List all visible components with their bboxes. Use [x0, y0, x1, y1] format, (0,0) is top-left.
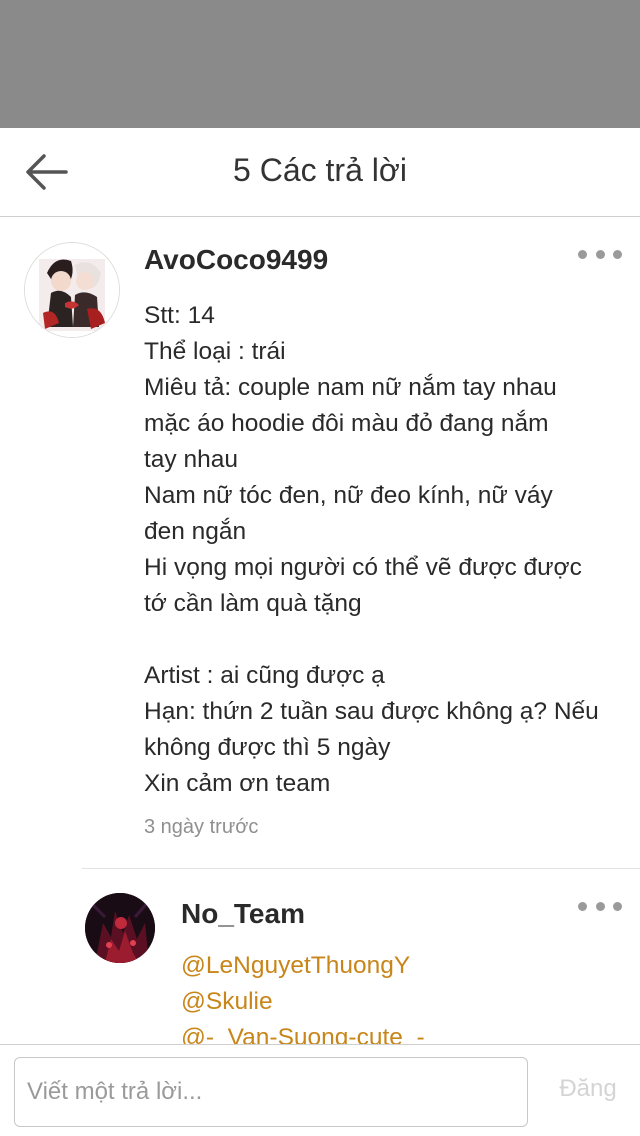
dark-red-art-avatar-icon [85, 893, 155, 963]
comment-line: Hạn: thứn 2 tuần sau được không ạ? Nếu [144, 698, 599, 725]
avatar[interactable] [24, 242, 120, 338]
dot-icon [578, 901, 587, 911]
reply-username[interactable]: No_Team [181, 898, 305, 930]
comment-line: đen ngắn [144, 518, 247, 545]
couple-anime-avatar-icon [25, 243, 119, 337]
comment-line: tay nhau [144, 446, 238, 473]
dot-icon [613, 901, 622, 911]
status-bar-area [0, 0, 640, 128]
reply-mentions: @LeNguyetThuongY @Skulie @-_Van-Suong-cu… [181, 948, 425, 1044]
comment-line [144, 622, 624, 658]
mention-link[interactable]: @LeNguyetThuongY [181, 948, 425, 984]
comment-username[interactable]: AvoCoco9499 [144, 244, 328, 276]
comment-line: tớ cần làm quà tặng [144, 590, 362, 617]
comment-line: Nam nữ tóc đen, nữ đeo kính, nữ váy [144, 482, 553, 509]
reply-avatar[interactable] [85, 893, 155, 963]
dot-icon [595, 249, 605, 259]
mention-link[interactable]: @-_Van-Suong-cute_- [181, 1020, 425, 1044]
top-bar: 5 Các trả lời [0, 128, 640, 217]
comment-line: Stt: 14 [144, 302, 215, 329]
dot-icon [595, 901, 605, 911]
replies-thread[interactable]: AvoCoco9499 Stt: 14 Thể loại : trái Miêu… [0, 218, 640, 1044]
comment-line: Thể loại : trái [144, 338, 286, 365]
comment-line: mặc áo hoodie đôi màu đỏ đang nắm [144, 410, 549, 437]
comment-body: Stt: 14 Thể loại : trái Miêu tả: couple … [144, 298, 624, 802]
reply-composer: Đăng [0, 1044, 640, 1136]
post-button[interactable]: Đăng [548, 1075, 628, 1103]
dot-icon [578, 249, 587, 259]
dot-icon [613, 249, 622, 259]
reply-more-options-button[interactable] [578, 894, 622, 918]
comment-line: Xin cảm ơn team [144, 770, 331, 797]
comment-timestamp: 3 ngày trước [144, 816, 259, 838]
reply-input[interactable] [14, 1057, 528, 1127]
comment-line: Hi vọng mọi người có thể vẽ được được [144, 554, 582, 581]
comment-line: Artist : ai cũng được ạ [144, 662, 385, 689]
more-options-button[interactable] [578, 242, 622, 266]
mention-link[interactable]: @Skulie [181, 984, 425, 1020]
divider [82, 868, 640, 869]
page-title: 5 Các trả lời [233, 152, 407, 188]
comment-line: không được thì 5 ngày [144, 734, 391, 761]
comment-line: Miêu tả: couple nam nữ nắm tay nhau [144, 374, 557, 401]
